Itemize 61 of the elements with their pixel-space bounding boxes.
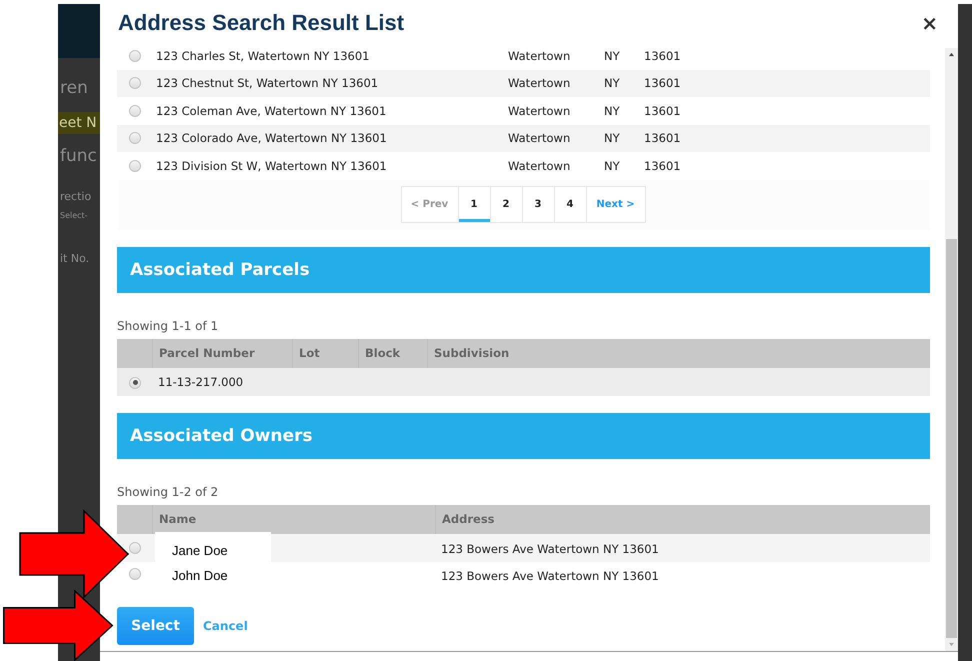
zip-text: 13601 [644,48,681,63]
city-text: Watertown [508,131,572,146]
table-cell-text: 123 Bowers Ave Watertown NY 13601 [440,542,660,556]
page-button[interactable]: 3 [522,186,554,223]
address-text: 123 Charles St, Watertown NY 13601 [156,48,370,63]
city-text: Watertown [508,158,572,173]
state-text: NY [604,76,621,90]
section-heading: Associated Parcels [117,246,930,292]
background-text: rectio [59,190,92,203]
result-row[interactable]: 123 Chestnut St, Watertown NY 13601 Watertown NY 13601 [117,70,930,97]
state-text: NY [604,48,621,63]
radio-button[interactable] [129,376,141,389]
result-row[interactable]: 123 Colorado Ave, Watertown NY 13601 Watertown NY 13601 [117,124,930,152]
result-row[interactable]: 123 Charles St, Watertown NY 13601 Watertown NY 13601 [117,42,930,70]
scrollbar-thumb[interactable] [946,239,957,638]
state-text: NY [604,131,621,146]
dialog-title: Address Search Result List [118,10,404,36]
scroll-up-icon[interactable] [948,52,955,57]
page-header [58,4,100,58]
result-count: Showing 1-1 of 1 [117,318,220,334]
state-text: NY [604,104,621,118]
radio-button[interactable] [129,160,141,172]
city-text: Watertown [508,104,572,118]
city-text: Watertown [508,76,572,90]
result-row[interactable]: 123 Division St W, Watertown NY 13601 Watertown NY 13601 [117,152,930,180]
result-count: Showing 1-2 of 2 [117,484,220,500]
table-cell-text: 11-13-217.000 [157,374,244,388]
zip-text: 13601 [644,104,681,118]
table-row[interactable]: 11-13-217.000 [117,368,930,396]
radio-button[interactable] [129,104,141,117]
state-text: NY [604,158,621,173]
address-text: 123 Colorado Ave, Watertown NY 13601 [156,131,388,146]
page-button[interactable]: 2 [490,186,522,223]
radio-button[interactable] [129,568,141,580]
zip-text: 13601 [644,158,681,173]
table-row[interactable]: John Doe 123 Bowers Ave Watertown NY 13601 [117,562,930,590]
background-text: it No. [59,252,90,265]
radio-button[interactable] [129,77,141,90]
zip-text: 13601 [644,76,681,90]
scroll-down-icon[interactable] [948,642,955,647]
result-row[interactable]: 123 Coleman Ave, Watertown NY 13601 Watertown NY 13601 [117,97,930,124]
page-button[interactable]: 4 [554,186,586,223]
background-text: func [59,146,98,166]
address-text: 123 Chestnut St, Watertown NY 13601 [156,76,380,90]
address-text: 123 Division St W, Watertown NY 13601 [156,158,388,173]
owner-name: John Doe [171,567,228,585]
radio-button[interactable] [129,542,141,554]
scrollbar[interactable] [945,48,958,651]
page-button[interactable]: 1 [458,186,490,223]
zip-text: 13601 [644,131,681,146]
city-text: Watertown [508,48,572,63]
background-text: eet N [58,112,100,134]
radio-button[interactable] [129,50,141,62]
address-text: 123 Coleman Ave, Watertown NY 13601 [156,104,388,118]
background-text: ren [59,78,89,98]
table-cell-text: 123 Bowers Ave Watertown NY 13601 [440,568,660,582]
owner-name: Jane Doe [155,532,271,564]
background-text: Select- [59,211,89,220]
radio-button[interactable] [129,132,141,144]
close-button[interactable]: × [915,13,944,33]
section-heading: Associated Owners [117,412,930,458]
